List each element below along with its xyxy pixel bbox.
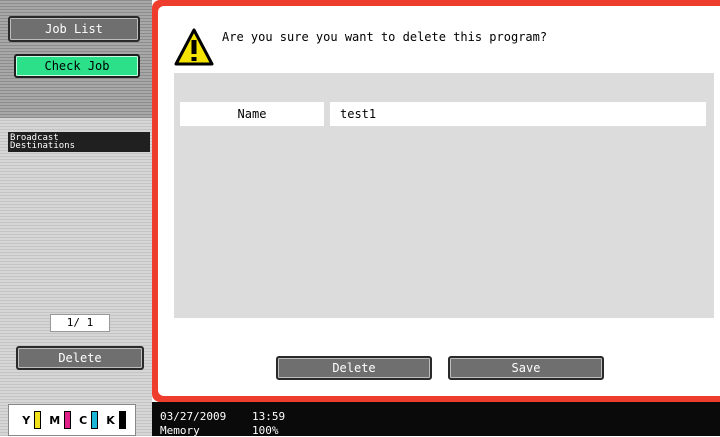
confirm-message: Are you sure you want to delete this pro… [222,30,548,44]
delete-button[interactable]: Delete [276,356,432,380]
toner-c-label: C [79,413,88,427]
name-value: test1 [330,102,706,126]
toner-c-bar [91,411,99,429]
job-list-button[interactable]: Job List [8,16,140,42]
status-bar: 03/27/2009 13:59 Memory 100% [152,402,720,437]
toner-k-bar [118,411,126,429]
memory-label: Memory [160,424,200,437]
status-time: 13:59 [252,410,286,423]
check-job-button[interactable]: Check Job [14,54,140,78]
toner-m-bar [64,411,72,429]
left-sidebar: Job List Check Job Broadcast Destination… [0,0,152,436]
page-indicator: 1/ 1 [50,314,110,332]
memory-value: 100% [252,424,279,437]
save-button[interactable]: Save [448,356,604,380]
warning-icon [174,28,214,66]
toner-k-label: K [106,413,115,427]
toner-y-label: Y [22,413,31,427]
name-label: Name [180,102,324,126]
toner-level-indicator: Y M C K [8,404,136,436]
broadcast-label-line2: Destinations [10,141,76,151]
status-date: 03/27/2009 [160,410,227,423]
sidebar-delete-button[interactable]: Delete [16,346,144,370]
toner-m-label: M [49,413,61,427]
broadcast-destinations-tab[interactable]: Broadcast Destinations [8,132,150,152]
toner-y-bar [34,411,42,429]
